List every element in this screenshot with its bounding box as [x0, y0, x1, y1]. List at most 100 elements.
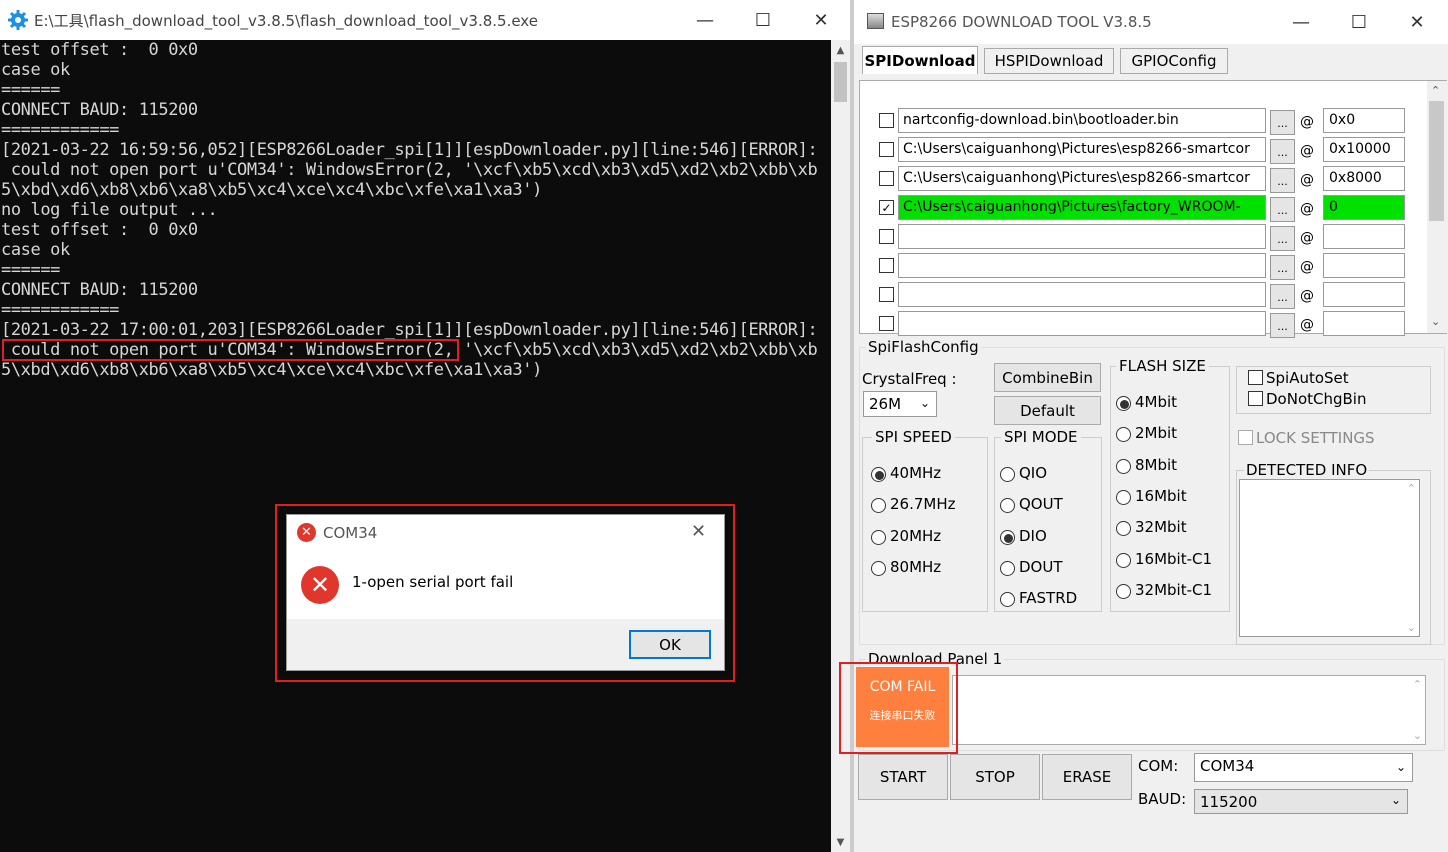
browse-button[interactable]: ...	[1270, 226, 1295, 251]
tool-minimize-button[interactable]: —	[1272, 2, 1330, 42]
spi-speed-option-label: 26.7MHz	[890, 495, 956, 514]
file-checkbox[interactable]	[879, 287, 894, 302]
dialog-close-icon[interactable]: ✕	[691, 521, 706, 542]
scroll-down-icon[interactable]: ⌄	[1407, 621, 1416, 634]
spi-auto-set-checkbox[interactable]	[1248, 370, 1263, 385]
scroll-up-icon[interactable]: ⌃	[1431, 84, 1440, 97]
spi-speed-option-label: 80MHz	[890, 557, 942, 576]
com-port-select[interactable]: COM34 ⌄	[1194, 753, 1413, 782]
browse-button[interactable]: ...	[1270, 197, 1295, 222]
tab-hspidownload[interactable]: HSPIDownload	[984, 48, 1114, 74]
file-path-input[interactable]: C:\Users\caiguanhong\Pictures\factory_WR…	[898, 195, 1266, 220]
browse-button[interactable]: ...	[1270, 110, 1295, 135]
tool-titlebar[interactable]: ESP8266 DOWNLOAD TOOL V3.8.5 — ☐ ✕	[854, 0, 1448, 44]
file-path-input[interactable]	[898, 224, 1266, 249]
scroll-down-icon[interactable]: ▼	[831, 832, 850, 852]
download-log-box[interactable]: ⌃ ⌄	[952, 675, 1426, 745]
spi-mode-radio[interactable]	[1000, 529, 1015, 545]
spi-speed-radio[interactable]	[871, 467, 886, 482]
flash-address-input[interactable]	[1323, 282, 1405, 307]
error-dialog[interactable]: ✕ COM34 ✕ ✕ 1-open serial port fail OK	[286, 514, 725, 671]
minimize-button[interactable]: —	[676, 0, 734, 40]
file-checkbox[interactable]	[879, 113, 894, 128]
tool-maximize-button[interactable]: ☐	[1330, 2, 1388, 42]
flash-address-input[interactable]: 0	[1323, 195, 1405, 220]
detected-info-box[interactable]: ⌃ ⌄	[1239, 479, 1420, 637]
ok-button[interactable]: OK	[629, 630, 711, 659]
browse-button[interactable]: ...	[1270, 284, 1295, 309]
baud-rate-select[interactable]: 115200 ⌄	[1194, 789, 1408, 814]
spi-mode-radio[interactable]	[1000, 560, 1015, 576]
flash-size-option-label: 32Mbit	[1135, 518, 1187, 537]
dialog-title: COM34	[323, 524, 378, 542]
scroll-up-icon[interactable]: ⌃	[1413, 678, 1422, 691]
file-path-input[interactable]: C:\Users\caiguanhong\Pictures\esp8266-sm…	[898, 166, 1266, 191]
flash-address-input[interactable]: 0x8000	[1323, 166, 1405, 191]
file-checkbox[interactable]	[879, 316, 894, 331]
flash-address-input[interactable]	[1323, 311, 1405, 336]
tool-close-button[interactable]: ✕	[1388, 2, 1446, 42]
scroll-up-icon[interactable]: ⌃	[1407, 482, 1416, 495]
console-titlebar[interactable]: E:\工具\flash_download_tool_v3.8.5\flash_d…	[0, 0, 850, 40]
flash-size-radio[interactable]	[1116, 396, 1131, 411]
spi-mode-radio[interactable]	[1000, 467, 1015, 482]
chevron-down-icon: ⌄	[1395, 760, 1406, 774]
tool-title: ESP8266 DOWNLOAD TOOL V3.8.5	[891, 13, 1152, 31]
flash-size-radio[interactable]	[1116, 552, 1131, 568]
baud-label: BAUD:	[1138, 790, 1187, 808]
flash-size-option-label: 8Mbit	[1135, 455, 1178, 474]
file-path-input[interactable]	[898, 282, 1266, 307]
spi-speed-label: SPI SPEED	[872, 428, 955, 446]
flash-size-radio[interactable]	[1116, 489, 1131, 505]
browse-button[interactable]: ...	[1270, 168, 1295, 193]
stop-button[interactable]: STOP	[950, 754, 1040, 800]
browse-button[interactable]: ...	[1270, 313, 1295, 338]
tab-gpioconfig[interactable]: GPIOConfig	[1120, 48, 1228, 74]
start-button[interactable]: START	[858, 754, 948, 800]
spi-speed-radio[interactable]	[871, 560, 886, 576]
lock-settings-checkbox[interactable]	[1238, 430, 1253, 445]
do-not-chg-bin-label: DoNotChgBin	[1266, 390, 1367, 408]
tab-spidownload[interactable]: SPIDownload	[862, 46, 978, 74]
file-checkbox[interactable]	[879, 258, 894, 273]
file-list-panel: nartconfig-download.bin\bootloader.bin..…	[859, 80, 1447, 338]
flash-address-input[interactable]	[1323, 224, 1405, 249]
detected-info-label: DETECTED INFO	[1244, 461, 1370, 479]
spi-speed-radio[interactable]	[871, 529, 886, 545]
file-path-input[interactable]: C:\Users\caiguanhong\Pictures\esp8266-sm…	[898, 137, 1266, 162]
file-path-input[interactable]: nartconfig-download.bin\bootloader.bin	[898, 108, 1266, 133]
browse-button[interactable]: ...	[1270, 139, 1295, 164]
flash-size-radio[interactable]	[1116, 583, 1131, 599]
combine-bin-button[interactable]: CombineBin	[994, 363, 1101, 392]
file-list-scroll-thumb[interactable]	[1429, 101, 1444, 221]
minimize-icon: —	[1292, 11, 1310, 33]
app-icon	[867, 13, 884, 29]
default-button[interactable]: Default	[994, 396, 1101, 425]
spi-flash-config-label: SpiFlashConfig	[866, 338, 981, 356]
flash-address-input[interactable]	[1323, 253, 1405, 278]
maximize-icon: ☐	[1350, 11, 1368, 33]
scroll-up-icon[interactable]: ▲	[831, 40, 850, 60]
spi-speed-option-label: 20MHz	[890, 526, 942, 545]
file-list-scrollbar[interactable]: ⌃ ⌄	[1427, 81, 1447, 333]
scroll-down-icon[interactable]: ⌄	[1413, 729, 1422, 742]
erase-button[interactable]: ERASE	[1042, 754, 1132, 800]
crystal-freq-select[interactable]: 26M ⌄	[863, 391, 937, 417]
file-checkbox[interactable]: ✓	[879, 200, 894, 215]
flash-address-input[interactable]: 0x10000	[1323, 137, 1405, 162]
console-output[interactable]: test offset : 0 0x0 case ok ====== CONNE…	[0, 40, 831, 852]
maximize-button[interactable]: ☐	[734, 0, 792, 40]
file-path-input[interactable]	[898, 311, 1266, 336]
minimize-icon: —	[696, 9, 714, 31]
file-path-input[interactable]	[898, 253, 1266, 278]
flash-size-radio[interactable]	[1116, 458, 1131, 474]
scroll-thumb[interactable]	[834, 62, 847, 102]
close-button[interactable]: ✕	[792, 0, 850, 40]
browse-button[interactable]: ...	[1270, 255, 1295, 280]
do-not-chg-bin-checkbox[interactable]	[1248, 391, 1263, 406]
scroll-down-icon[interactable]: ⌄	[1431, 315, 1440, 328]
flash-address-input[interactable]: 0x0	[1323, 108, 1405, 133]
file-checkbox[interactable]	[879, 142, 894, 157]
file-checkbox[interactable]	[879, 171, 894, 186]
file-checkbox[interactable]	[879, 229, 894, 244]
